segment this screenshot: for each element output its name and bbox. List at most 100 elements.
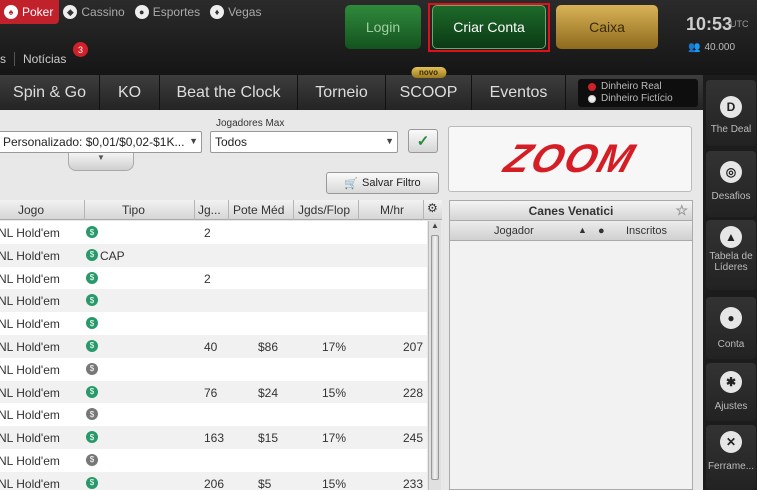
star-icon[interactable]: ☆ (675, 202, 688, 219)
chevron-down-icon: ▼ (385, 136, 394, 146)
login-button[interactable]: Login (345, 5, 421, 49)
scroll-thumb[interactable] (431, 235, 439, 480)
col-jogador[interactable]: Jogador (494, 225, 534, 237)
col-jogo[interactable]: Jogo (18, 203, 44, 217)
game-type-icon: $ (86, 362, 98, 375)
cell-jogadores: 2 (204, 271, 211, 286)
tab-eventos[interactable]: Eventos (472, 75, 566, 110)
zoom-logo: ZOOM (448, 126, 692, 192)
radio-label: Dinheiro Fictício (601, 93, 673, 104)
cell-jogo: NL Hold'em (0, 476, 60, 490)
table-row[interactable]: NL Hold'em $ (0, 289, 427, 313)
cell-pote-med: $24 (258, 385, 279, 400)
panel-title: Canes Venatici ☆ (450, 201, 692, 221)
sidenav-ferramentas[interactable]: ✕ Ferrame... (706, 425, 756, 490)
tab-scoop[interactable]: novo SCOOP (386, 67, 472, 110)
tab-vegas[interactable]: ♦ Vegas (206, 0, 267, 24)
jogadores-select[interactable]: Todos ▼ (210, 131, 398, 153)
criar-conta-button[interactable]: Criar Conta (432, 5, 546, 49)
sidenav-label: Conta (717, 339, 745, 350)
top-bar: ♠ Poker ◆ Cassino ● Esportes ♦ Vegas s N… (0, 0, 757, 75)
table-row[interactable]: NL Hold'em $40 $86 17% 207 (0, 334, 427, 358)
salvar-filtro-button[interactable]: 🛒 Salvar Filtro (326, 172, 439, 194)
player-panel: Canes Venatici ☆ Jogador ▲ ● Inscritos (449, 200, 693, 490)
col-jgds-flop[interactable]: Jgds/Flop (298, 203, 350, 217)
game-type-icon: $ (86, 226, 98, 238)
scroll-up-icon[interactable]: ▲ (429, 221, 441, 233)
divider (84, 200, 85, 220)
radio-dinheiro-ficticio[interactable]: Dinheiro Fictício (588, 93, 698, 105)
table-row[interactable]: NL Hold'em $163 $15 17% 245 (0, 426, 427, 449)
tab-label: Eventos (489, 83, 548, 101)
user-icon: ● (720, 307, 742, 329)
cell-mhr: 207 (402, 339, 423, 354)
news-prefix[interactable]: s (0, 52, 6, 66)
divider (293, 200, 294, 220)
table-row[interactable]: NL Hold'em $ CAP (0, 243, 427, 267)
tab-label: Cassino (81, 5, 125, 19)
col-pote-med[interactable]: Pote Méd (233, 203, 284, 217)
news-link[interactable]: Notícias (23, 52, 66, 66)
cell-jogo: NL Hold'em (0, 385, 60, 400)
sidenav-label: The Deal (710, 124, 752, 135)
game-type-icon: $ (86, 294, 98, 307)
radio-icon (588, 95, 596, 103)
game-type-icon: $ (86, 476, 98, 489)
game-type-icon: $ (86, 248, 98, 261)
tab-cassino[interactable]: ◆ Cassino (59, 0, 130, 24)
ball-icon: ● (134, 5, 149, 19)
table-row[interactable]: NL Hold'em $ (0, 312, 427, 335)
table-row[interactable]: NL Hold'em $2 (0, 221, 427, 244)
col-mhr[interactable]: M/hr (380, 203, 404, 217)
sidenav-the-deal[interactable]: D The Deal (706, 80, 756, 146)
tab-esportes[interactable]: ● Esportes (131, 0, 206, 24)
game-type-icon: $ (86, 385, 98, 398)
tab-spin-go[interactable]: Spin & Go (0, 75, 100, 110)
table-row[interactable]: NL Hold'em $ (0, 403, 427, 426)
col-inscritos[interactable]: Inscritos (626, 225, 667, 237)
tab-label: Poker (22, 5, 54, 19)
col-tipo[interactable]: Tipo (122, 203, 145, 217)
tab-ko[interactable]: KO (100, 75, 160, 110)
divider (358, 200, 359, 220)
radio-dinheiro-real[interactable]: Dinheiro Real (588, 81, 698, 93)
category-tabs: ♠ Poker ◆ Cassino ● Esportes ♦ Vegas (0, 0, 267, 24)
cell-jogadores: 40 (204, 339, 218, 354)
tab-torneio[interactable]: Torneio (298, 75, 386, 110)
table-row[interactable]: NL Hold'em $76 $24 15% 228 (0, 380, 427, 404)
collapse-filters-tab[interactable]: ▼ (68, 153, 134, 171)
chip-icon: ◆ (63, 5, 78, 19)
cell-jogo: NL Hold'em (0, 339, 60, 354)
tab-poker[interactable]: ♠ Poker (0, 0, 60, 24)
sidenav-desafios[interactable]: ◎ Desafios (706, 151, 756, 217)
sort-up-icon[interactable]: ▲ (578, 225, 587, 235)
check-icon: ✓ (416, 133, 430, 150)
cell-tipo: CAP (100, 248, 125, 263)
divider (423, 200, 424, 220)
table-scrollbar[interactable]: ▲ (428, 221, 441, 490)
game-type-icon: $ (86, 408, 98, 421)
gear-icon[interactable]: ⚙ (427, 201, 438, 215)
table-row[interactable]: NL Hold'em $ (0, 358, 427, 381)
salvar-filtro-label: Salvar Filtro (362, 177, 421, 189)
game-type-icon: $ (86, 453, 98, 466)
sidenav-conta[interactable]: ● Conta (706, 297, 756, 359)
tab-label: SCOOP (399, 83, 458, 101)
col-jogadores[interactable]: Jg... (198, 203, 221, 217)
table-row[interactable]: NL Hold'em $206 $5 15% 233 (0, 471, 427, 490)
cell-jogo: NL Hold'em (0, 408, 60, 423)
tab-label: Esportes (152, 5, 201, 19)
sidenav-tabela-lideres[interactable]: ▲ Tabela de Líderes (706, 220, 756, 290)
divider (194, 200, 195, 220)
sidenav-label: Tabela de Líderes (709, 251, 753, 273)
panel-title-text: Canes Venatici (528, 204, 614, 218)
sidenav-ajustes[interactable]: ✱ Ajustes (706, 363, 756, 421)
table-row[interactable]: NL Hold'em $2 (0, 267, 427, 290)
caixa-button[interactable]: Caixa (556, 5, 658, 49)
apply-filter-button[interactable]: ✓ (408, 129, 438, 153)
table-row[interactable]: NL Hold'em $ (0, 449, 427, 472)
stake-select[interactable]: Personalizado: $0,01/$0,02-$1K... ▼ (0, 131, 202, 153)
cell-jogo: NL Hold'em (0, 431, 60, 446)
tab-beat-the-clock[interactable]: Beat the Clock (160, 75, 298, 110)
cell-jogadores: 206 (204, 476, 225, 490)
